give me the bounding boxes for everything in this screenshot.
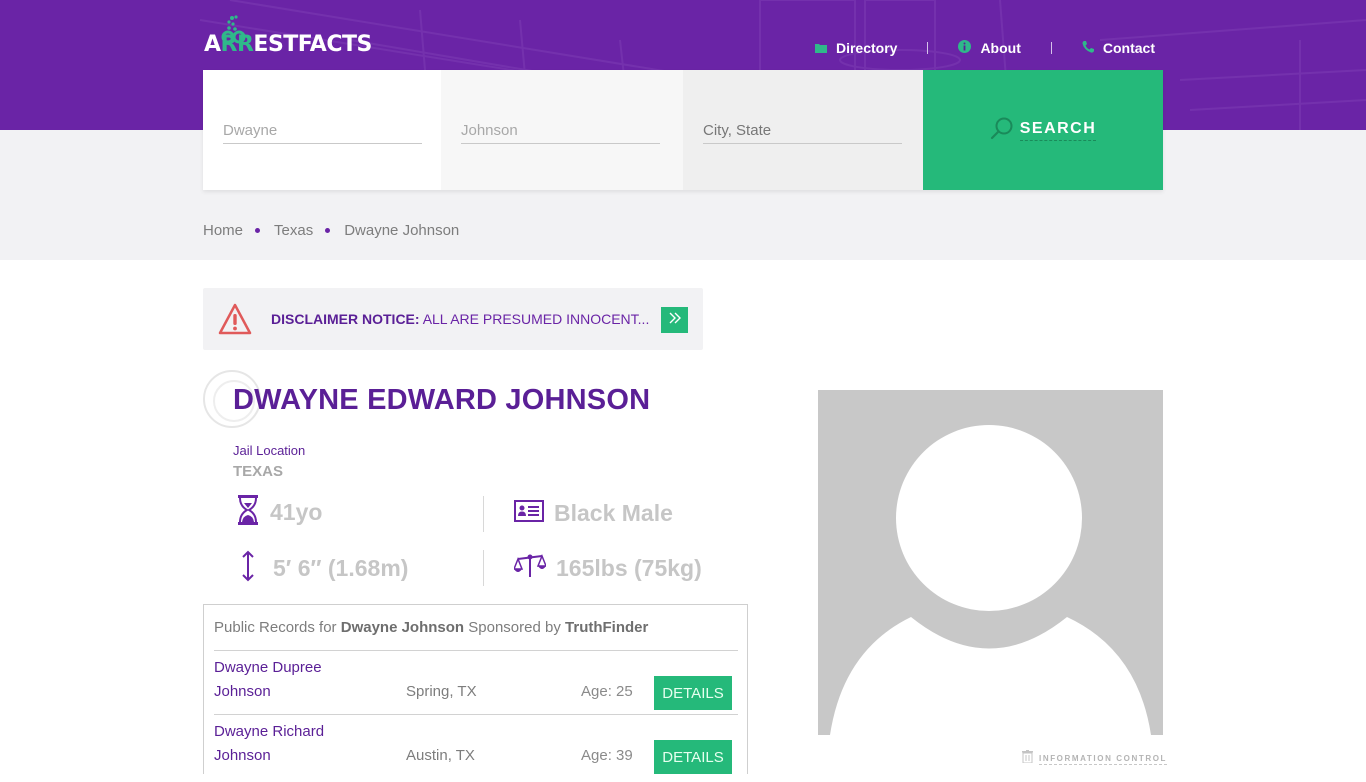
folder-icon bbox=[814, 40, 827, 56]
age-value: 41yo bbox=[270, 499, 323, 525]
public-records-heading: Public Records for Dwayne Johnson Sponso… bbox=[214, 619, 649, 636]
location-input[interactable] bbox=[703, 118, 902, 144]
disclaimer-notice: DISCLAIMER NOTICE: ALL ARE PRESUMED INNO… bbox=[203, 288, 703, 350]
breadcrumb-home[interactable]: Home bbox=[203, 222, 243, 239]
nav-directory[interactable]: Directory bbox=[814, 40, 898, 56]
record-name-link[interactable]: Dwayne Dupree Johnson bbox=[214, 656, 364, 704]
id-card-icon bbox=[514, 500, 544, 527]
record-age: Age: 39 bbox=[581, 747, 633, 764]
age-stat: 41yo bbox=[236, 494, 322, 531]
race-gender-value: Black Male bbox=[554, 500, 673, 526]
divider bbox=[214, 650, 738, 651]
height-stat: 5′ 6″ (1.68m) bbox=[240, 550, 408, 587]
stat-divider bbox=[483, 550, 484, 586]
location-field-wrap bbox=[683, 70, 923, 190]
height-value: 5′ 6″ (1.68m) bbox=[273, 555, 409, 581]
breadcrumb-separator bbox=[325, 228, 331, 233]
search-icon bbox=[990, 116, 1014, 145]
race-gender-stat: Black Male bbox=[514, 500, 673, 527]
record-name-link[interactable]: Dwayne Richard Johnson bbox=[214, 720, 364, 768]
record-row: Dwayne Richard Johnson Austin, TX Age: 39… bbox=[214, 720, 738, 782]
search-button[interactable]: SEARCH bbox=[923, 70, 1163, 190]
weight-stat: 165lbs (75kg) bbox=[512, 553, 702, 584]
main-nav: Directory About Contact bbox=[814, 38, 1155, 58]
breadcrumb-current: Dwayne Johnson bbox=[344, 222, 460, 239]
last-name-input[interactable] bbox=[461, 118, 660, 144]
disclaimer-expand-button[interactable] bbox=[661, 307, 688, 333]
first-name-input[interactable] bbox=[223, 118, 422, 144]
phone-icon bbox=[1082, 40, 1094, 56]
record-location: Austin, TX bbox=[406, 747, 475, 764]
nav-contact[interactable]: Contact bbox=[1082, 40, 1155, 56]
breadcrumb-texas[interactable]: Texas bbox=[274, 222, 313, 239]
details-button[interactable]: DETAILS bbox=[654, 740, 732, 774]
divider bbox=[214, 714, 738, 715]
nav-divider bbox=[1050, 42, 1052, 54]
info-icon bbox=[958, 40, 972, 56]
vertical-arrows-icon bbox=[240, 550, 256, 587]
first-name-field-wrap bbox=[203, 70, 441, 190]
record-row: Dwayne Dupree Johnson Spring, TX Age: 25 … bbox=[214, 656, 738, 718]
nav-about[interactable]: About bbox=[958, 40, 1021, 56]
breadcrumb: Home Texas Dwayne Johnson bbox=[203, 222, 459, 239]
stat-divider bbox=[483, 496, 484, 532]
jail-location-value: TEXAS bbox=[233, 463, 284, 480]
details-button[interactable]: DETAILS bbox=[654, 676, 732, 710]
jail-location-label: Jail Location bbox=[233, 443, 306, 458]
public-records-box: Public Records for Dwayne Johnson Sponso… bbox=[203, 604, 748, 774]
breadcrumb-separator bbox=[255, 228, 261, 233]
nav-directory-label: Directory bbox=[835, 40, 898, 56]
double-chevron-right-icon bbox=[669, 311, 681, 329]
scale-icon bbox=[512, 553, 548, 584]
warning-icon bbox=[218, 303, 252, 340]
nav-divider bbox=[927, 42, 929, 54]
avatar-silhouette-icon bbox=[830, 425, 1151, 735]
profile-photo-placeholder bbox=[818, 390, 1163, 735]
weight-value: 165lbs (75kg) bbox=[556, 555, 702, 581]
nav-about-label: About bbox=[980, 40, 1021, 56]
disclaimer-text: DISCLAIMER NOTICE: ALL ARE PRESUMED INNO… bbox=[271, 311, 650, 327]
search-button-label: SEARCH bbox=[1019, 120, 1097, 141]
person-name: DWAYNE EDWARD JOHNSON bbox=[233, 384, 651, 416]
last-name-field-wrap bbox=[441, 70, 683, 190]
record-age: Age: 25 bbox=[581, 683, 633, 700]
information-control-link[interactable]: INFORMATION CONTROL bbox=[1022, 750, 1168, 768]
information-control-label: INFORMATION CONTROL bbox=[1039, 753, 1168, 765]
record-location: Spring, TX bbox=[406, 683, 477, 700]
search-form: SEARCH bbox=[203, 70, 1163, 190]
hourglass-icon bbox=[236, 494, 260, 531]
trash-icon bbox=[1022, 750, 1033, 768]
nav-contact-label: Contact bbox=[1102, 40, 1155, 56]
logo-text: ARRESTFACTS bbox=[204, 32, 372, 57]
